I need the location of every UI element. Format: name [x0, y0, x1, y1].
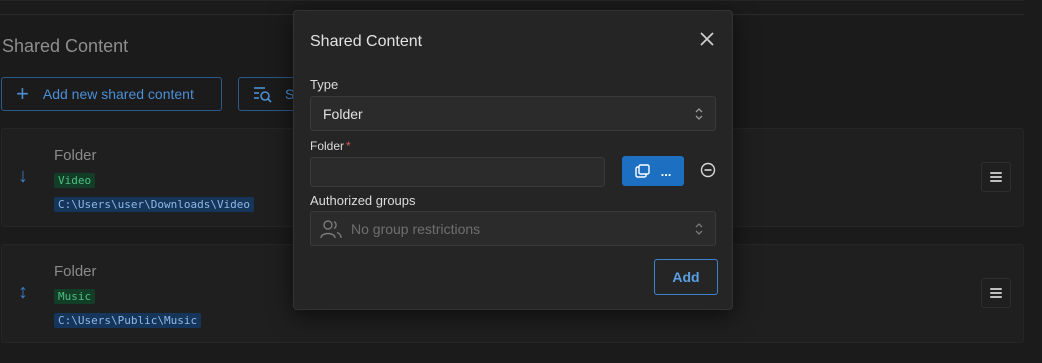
- folder-browse-icon: [634, 164, 650, 178]
- card-title: Folder: [54, 147, 97, 164]
- authorized-groups-label: Authorized groups: [310, 193, 416, 208]
- chevron-updown-icon: [695, 108, 703, 120]
- folder-label-text: Folder: [310, 139, 345, 153]
- add-shared-content-button[interactable]: + Add new shared content: [1, 77, 222, 111]
- close-icon[interactable]: [698, 30, 716, 48]
- remove-circle-icon[interactable]: [700, 162, 716, 178]
- card-title: Folder: [54, 263, 97, 280]
- arrow-updown-icon: ↕: [18, 281, 28, 303]
- chevron-updown-icon: [695, 223, 703, 235]
- add-shared-content-label: Add new shared content: [42, 86, 194, 102]
- folder-path-input[interactable]: [310, 157, 605, 187]
- groups-placeholder: No group restrictions: [351, 220, 481, 237]
- plus-icon: +: [16, 81, 29, 106]
- group-tag: Music: [54, 289, 96, 304]
- search-filter-icon: [254, 87, 272, 103]
- shared-content-dialog: Shared Content Type Folder Folder * ... A…: [293, 10, 733, 310]
- top-divider-outer: [0, 0, 1024, 1]
- users-icon: [320, 219, 342, 238]
- menu-icon: [990, 288, 1002, 298]
- section-title: Shared Content: [2, 36, 129, 56]
- browse-folder-button[interactable]: ...: [622, 156, 684, 186]
- group-tag: Video: [54, 173, 96, 188]
- path-badge: C:\Users\Public\Music: [54, 313, 202, 328]
- card-menu-button[interactable]: [981, 278, 1011, 308]
- authorized-groups-select[interactable]: No group restrictions: [310, 211, 716, 246]
- dialog-title: Shared Content: [310, 33, 423, 50]
- path-badge: C:\Users\user\Downloads\Video: [54, 197, 255, 212]
- required-marker: *: [346, 139, 351, 153]
- type-label: Type: [310, 77, 339, 92]
- card-menu-button[interactable]: [981, 162, 1011, 192]
- add-button[interactable]: Add: [654, 259, 718, 295]
- folder-label: Folder *: [310, 139, 351, 153]
- type-select[interactable]: Folder: [310, 96, 716, 131]
- menu-icon: [990, 172, 1002, 182]
- arrow-down-icon: ↓: [18, 165, 28, 187]
- type-select-value: Folder: [323, 105, 363, 122]
- browse-folder-label: ...: [660, 163, 672, 179]
